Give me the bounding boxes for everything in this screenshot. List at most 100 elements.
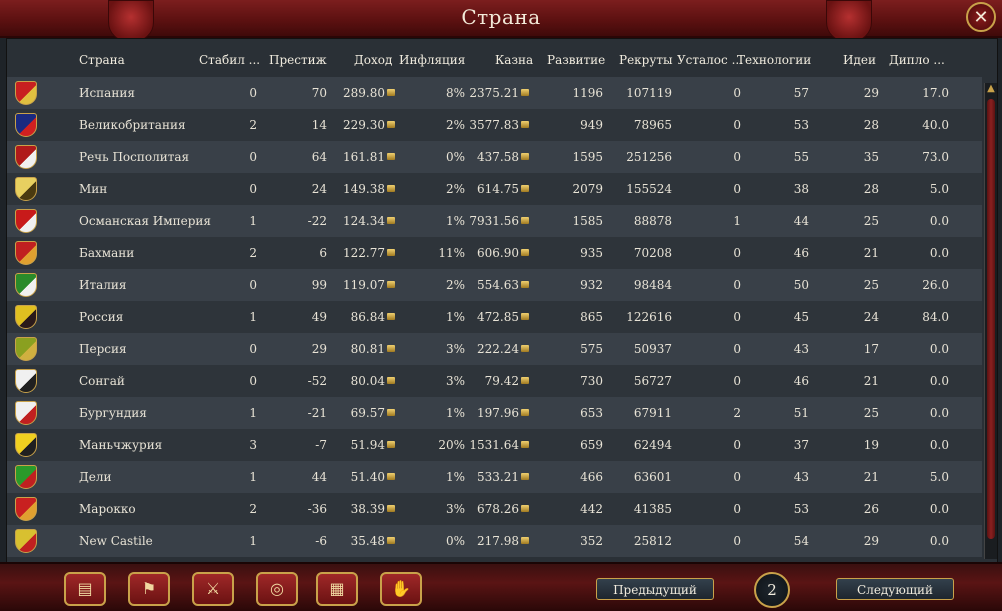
cell-country[interactable]: Мин	[79, 182, 107, 196]
cell-country[interactable]: Речь Посполитая	[79, 150, 189, 164]
cell-manpower: 25812	[633, 534, 672, 548]
header-diplo[interactable]: Дипло ...	[889, 53, 945, 67]
cell-income: 122.77	[343, 246, 395, 260]
table-row[interactable]: Бахмани 2 6 122.77 11% 606.90 935 70208 0 46 21 0.0	[7, 237, 982, 269]
cell-country[interactable]: Сонгай	[79, 374, 125, 388]
country-flag-icon[interactable]	[15, 273, 37, 297]
cell-prestige: -22	[307, 214, 327, 228]
header-ideas[interactable]: Идеи	[843, 53, 876, 67]
economy-button[interactable]: ◎	[256, 572, 298, 606]
cell-diplo: 0.0	[929, 534, 949, 548]
country-flag-icon[interactable]	[15, 369, 37, 393]
cell-ideas: 29	[863, 534, 879, 548]
cell-ideas: 21	[863, 246, 879, 260]
cell-country[interactable]: Персия	[79, 342, 127, 356]
cell-manpower: 70208	[633, 246, 672, 260]
ledger-button[interactable]: ▤	[64, 572, 106, 606]
table-row[interactable]: New Castile 1 -6 35.48 0% 217.98 352 25812 0 54 29…	[7, 525, 982, 557]
header-inflation[interactable]: Инфляция	[399, 53, 465, 67]
table-row[interactable]: Бургундия 1 -21 69.57 1% 197.96 653 67911 2 51 25 0…	[7, 397, 982, 429]
cell-war-exhaustion: 0	[733, 502, 741, 516]
country-flag-icon[interactable]	[15, 529, 37, 553]
crossed-swords-icon: ⚔	[205, 579, 221, 598]
next-page-button[interactable]: Следующий	[836, 578, 954, 600]
buildings-button[interactable]: ▦	[316, 572, 358, 606]
header-war-exhaustion[interactable]: Усталос ...	[677, 53, 743, 67]
table-row[interactable]: Речь Посполитая 0 64 161.81 0% 437.58 1595 2512…	[7, 141, 982, 173]
country-flag-icon[interactable]	[15, 337, 37, 361]
cell-inflation: 11%	[438, 246, 465, 260]
cell-country[interactable]: Бахмани	[79, 246, 134, 260]
cell-diplo: 0.0	[929, 406, 949, 420]
table-row[interactable]: Дели 1 44 51.40 1% 533.21 466 63601 0 43 21 5.0	[7, 461, 982, 493]
country-flag-icon[interactable]	[15, 209, 37, 233]
country-flag-icon[interactable]	[15, 81, 37, 105]
ducat-icon	[387, 281, 395, 288]
ducat-icon	[521, 377, 529, 384]
cell-war-exhaustion: 0	[733, 246, 741, 260]
country-flag-icon[interactable]	[15, 177, 37, 201]
table-row[interactable]: Маньчжурия 3 -7 51.94 20% 1531.64 659 62494 0 37 1…	[7, 429, 982, 461]
country-flag-icon[interactable]	[15, 497, 37, 521]
country-flag-icon[interactable]	[15, 401, 37, 425]
ducat-icon	[387, 121, 395, 128]
cell-stability: 0	[249, 86, 257, 100]
header-development[interactable]: Развитие	[547, 53, 605, 67]
scroll-up-arrow-icon[interactable]: ▲	[985, 83, 997, 97]
flag-button[interactable]: ⚑	[128, 572, 170, 606]
cell-country[interactable]: Италия	[79, 278, 126, 292]
country-flag-icon[interactable]	[15, 433, 37, 457]
cell-development: 653	[580, 406, 603, 420]
header-technology[interactable]: Технологии	[737, 53, 811, 67]
cell-manpower: 88878	[633, 214, 672, 228]
table-row[interactable]: Великобритания 2 14 229.30 2% 3577.83 949 78965…	[7, 109, 982, 141]
cell-development: 352	[580, 534, 603, 548]
cell-prestige: 29	[311, 342, 327, 356]
header-prestige[interactable]: Престиж	[269, 53, 327, 67]
cell-country[interactable]: Россия	[79, 310, 123, 324]
header-country[interactable]: Страна	[79, 53, 125, 67]
cell-income: 229.30	[343, 118, 395, 132]
cell-development: 1595	[572, 150, 603, 164]
military-button[interactable]: ⚔	[192, 572, 234, 606]
country-flag-icon[interactable]	[15, 145, 37, 169]
table-row[interactable]: Персия 0 29 80.81 3% 222.24 575 50937 0 43 17 0.0	[7, 333, 982, 365]
ducat-icon	[387, 249, 395, 256]
cell-inflation: 0%	[445, 150, 465, 164]
table-row[interactable]: Сонгай 0 -52 80.04 3% 79.42 730 56727 0 46 21 0.0	[7, 365, 982, 397]
cell-country[interactable]: Испания	[79, 86, 135, 100]
header-treasury[interactable]: Казна	[495, 53, 533, 67]
header-stability[interactable]: Стабил ...	[199, 53, 260, 67]
close-button[interactable]: ✕	[966, 2, 996, 32]
cell-country[interactable]: New Castile	[79, 534, 153, 548]
cell-inflation: 8%	[445, 86, 465, 100]
table-row[interactable]: Марокко 2 -36 38.39 3% 678.26 442 41385 0 53 26 0.0	[7, 493, 982, 525]
table-row[interactable]: Испания 0 70 289.80 8% 2375.21 1196 107119 0 57 29…	[7, 77, 982, 109]
table-row[interactable]: Италия 0 99 119.07 2% 554.63 932 98484 0 50 25 26.0	[7, 269, 982, 301]
coins-icon: ◎	[270, 579, 284, 598]
cell-country[interactable]: Османская Империя	[79, 214, 211, 228]
header-income[interactable]: Доход	[354, 53, 392, 67]
cell-prestige: 99	[311, 278, 327, 292]
cell-income: 161.81	[343, 150, 395, 164]
country-flag-icon[interactable]	[15, 305, 37, 329]
diplomacy-button[interactable]: ✋	[380, 572, 422, 606]
cell-country[interactable]: Маньчжурия	[79, 438, 162, 452]
cell-manpower: 107119	[626, 86, 672, 100]
scroll-thumb[interactable]	[987, 99, 995, 539]
table-row[interactable]: Османская Империя 1 -22 124.34 1% 7931.56 1585…	[7, 205, 982, 237]
header-manpower[interactable]: Рекруты	[619, 53, 673, 67]
scrollbar[interactable]: ▲	[984, 83, 997, 559]
cell-diplo: 73.0	[922, 150, 949, 164]
country-flag-icon[interactable]	[15, 465, 37, 489]
previous-page-button[interactable]: Предыдущий	[596, 578, 714, 600]
cell-country[interactable]: Дели	[79, 470, 111, 484]
cell-country[interactable]: Марокко	[79, 502, 136, 516]
table-row[interactable]: Мин 0 24 149.38 2% 614.75 2079 155524 0 38 28 5.0	[7, 173, 982, 205]
cell-country[interactable]: Великобритания	[79, 118, 186, 132]
ducat-icon	[387, 505, 395, 512]
country-flag-icon[interactable]	[15, 113, 37, 137]
cell-country[interactable]: Бургундия	[79, 406, 147, 420]
country-flag-icon[interactable]	[15, 241, 37, 265]
table-row[interactable]: Россия 1 49 86.84 1% 472.85 865 122616 0 45 24 84.0	[7, 301, 982, 333]
